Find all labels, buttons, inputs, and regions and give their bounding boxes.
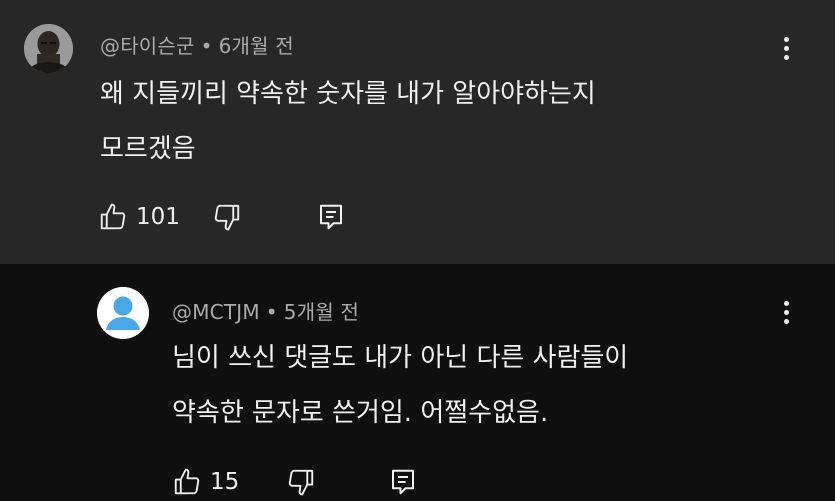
- reply-icon: [392, 469, 414, 495]
- like-button[interactable]: 15: [172, 464, 239, 500]
- author-name[interactable]: @MCTJM: [172, 300, 260, 324]
- meta-separator: •: [265, 300, 278, 324]
- author-avatar[interactable]: [24, 24, 73, 73]
- like-button[interactable]: 101: [98, 199, 180, 235]
- thumbs-down-icon: [214, 204, 240, 231]
- comment-time[interactable]: 6개월 전: [219, 34, 294, 58]
- comment-text-line: 모르겠음: [100, 134, 196, 164]
- author-name[interactable]: @타이슨군: [100, 34, 195, 58]
- comment-thread-item: @타이슨군 • 6개월 전 왜 지들끼리 약속한 숫자를 내가 알아야하는지 모르겠…: [0, 0, 835, 264]
- meta-separator: •: [200, 34, 213, 58]
- thumbs-down-icon: [288, 469, 314, 496]
- more-vert-icon[interactable]: [774, 28, 798, 68]
- author-avatar[interactable]: [97, 287, 149, 339]
- comment-meta: @MCTJM • 5개월 전: [172, 296, 359, 325]
- default-user-icon: [97, 287, 149, 339]
- comment-text: 왜 지들끼리 약속한 숫자를 내가 알아야하는지 모르겠음: [100, 67, 596, 177]
- comment-time[interactable]: 5개월 전: [284, 300, 359, 324]
- reply-thread-item: @MCTJM • 5개월 전 님이 쓰신 댓글도 내가 아닌 다른 사람들이 약속한…: [0, 264, 835, 501]
- thumbs-up-icon: [174, 468, 200, 495]
- comment-text-line: 왜 지들끼리 약속한 숫자를 내가 알아야하는지: [100, 79, 596, 109]
- dislike-button[interactable]: [212, 199, 242, 235]
- like-count: 101: [136, 204, 180, 230]
- more-vert-icon[interactable]: [774, 292, 798, 332]
- comment-text-line: 약속한 문자로 쓴거임. 어쩔수없음.: [172, 398, 549, 428]
- profile-photo-icon: [24, 24, 73, 73]
- comment-meta: @타이슨군 • 6개월 전: [100, 30, 294, 59]
- reply-icon: [320, 204, 342, 230]
- dislike-button[interactable]: [286, 464, 316, 500]
- comment-text: 님이 쓰신 댓글도 내가 아닌 다른 사람들이 약속한 문자로 쓴거임. 어쩔수…: [172, 331, 628, 441]
- reply-button[interactable]: [316, 199, 346, 235]
- like-count: 15: [210, 469, 240, 495]
- reply-button[interactable]: [388, 464, 418, 500]
- thumbs-up-icon: [100, 203, 126, 230]
- comment-text-line: 님이 쓰신 댓글도 내가 아닌 다른 사람들이: [172, 343, 629, 373]
